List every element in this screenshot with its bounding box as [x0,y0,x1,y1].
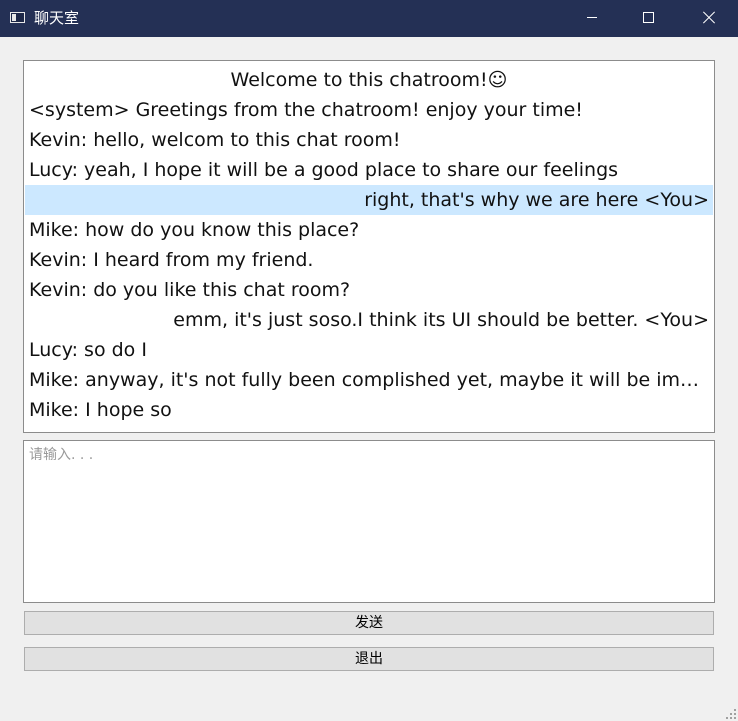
minimize-button[interactable] [562,0,620,37]
chat-message[interactable]: Kevin: I heard from my friend. [25,245,713,275]
window-icon [10,12,25,23]
chat-message[interactable]: Kevin: hello, welcom to this chat room! [25,125,713,155]
message-input[interactable] [23,440,715,603]
chat-message[interactable]: <system> Greetings from the chatroom! en… [25,95,713,125]
chat-message[interactable]: Welcome to this chatroom!☺ [25,65,713,95]
chat-message[interactable]: Lucy: yeah, I hope it will be a good pla… [25,155,713,185]
chat-message[interactable]: right, that's why we are here <You> [25,185,713,215]
send-button[interactable]: 发送 [24,611,714,635]
chat-message[interactable]: Mike: I hope so [25,395,713,425]
size-grip-icon[interactable] [724,707,736,719]
close-button[interactable] [680,0,738,37]
chat-message[interactable]: Mike: how do you know this place? [25,215,713,245]
title-bar[interactable]: 聊天室 [0,0,738,37]
chat-message[interactable]: Kevin: do you like this chat room? [25,275,713,305]
chat-message[interactable]: Mike: anyway, it's not fully been compli… [25,365,713,395]
maximize-button[interactable] [620,0,678,37]
chat-message[interactable]: Lucy: so do I [25,335,713,365]
chat-message[interactable]: emm, it's just soso.I think its UI shoul… [25,305,713,335]
window-title: 聊天室 [34,9,80,27]
exit-button[interactable]: 退出 [24,647,714,671]
chat-message-list[interactable]: Welcome to this chatroom!☺ <system> Greet… [23,60,715,433]
